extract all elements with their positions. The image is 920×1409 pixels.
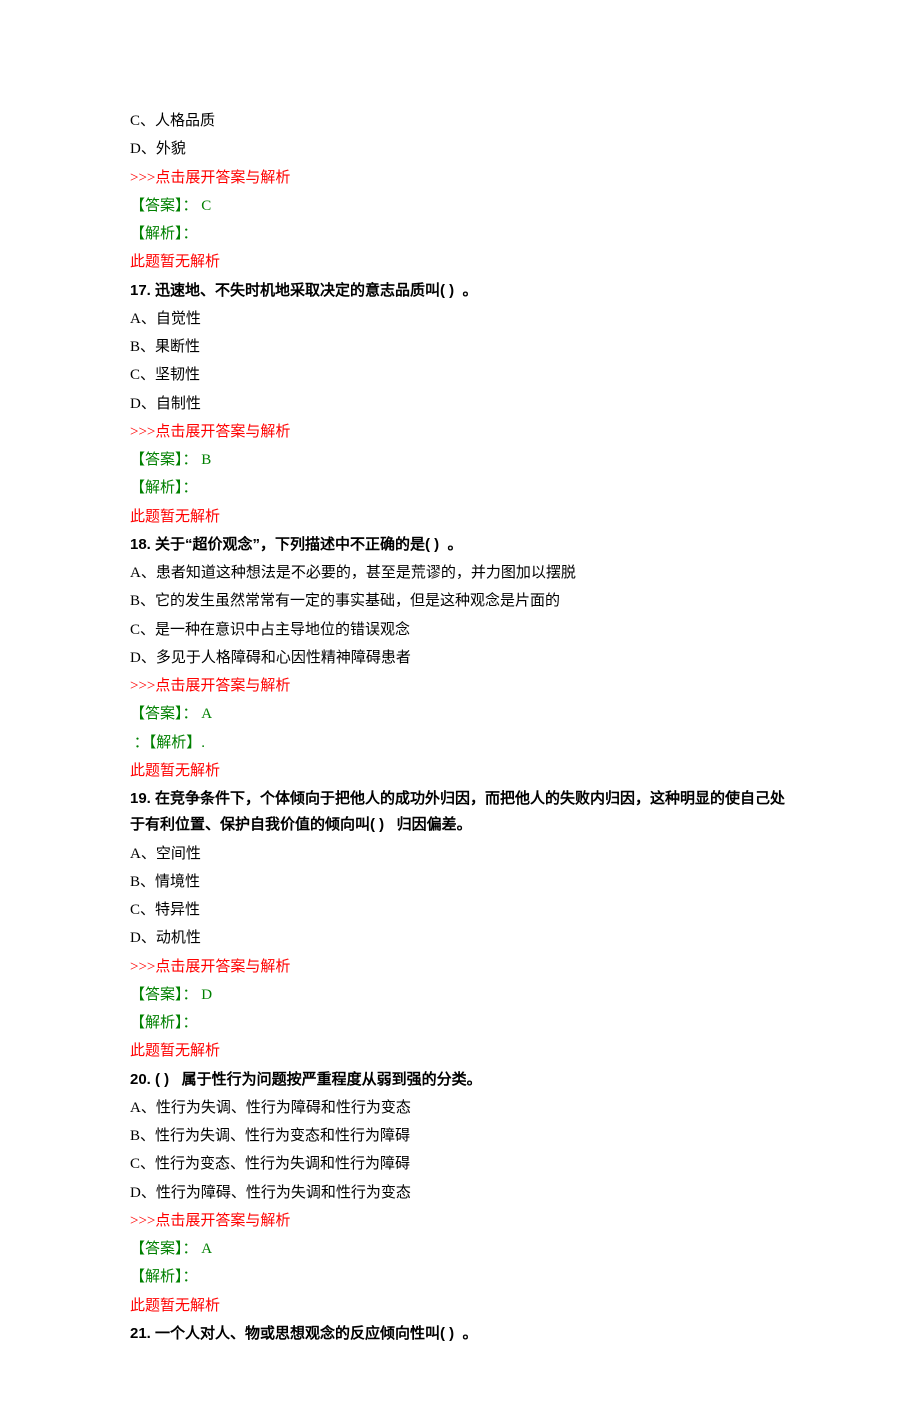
q16-jiexi-label: 【解析】： <box>130 221 790 247</box>
page-content: C、人格品质 D、外貌 >>>点击展开答案与解析 【答案】： C 【解析】： 此… <box>0 0 920 1409</box>
q18-option-b: B、它的发生虽然常常有一定的事实基础，但是这种观念是片面的 <box>130 588 790 614</box>
q18-option-d: D、多见于人格障碍和心因性精神障碍患者 <box>130 645 790 671</box>
q20-stem: 20. ( ) 属于性行为问题按严重程度从弱到强的分类。 <box>130 1067 790 1093</box>
q20-toggle-answer[interactable]: >>>点击展开答案与解析 <box>130 1208 790 1234</box>
q19-option-a: A、空间性 <box>130 841 790 867</box>
q17-option-b: B、果断性 <box>130 334 790 360</box>
q18-option-a: A、患者知道这种想法是不必要的，甚至是荒谬的，并力图加以摆脱 <box>130 560 790 586</box>
q19-option-b: B、情境性 <box>130 869 790 895</box>
q18-no-jiexi: 此题暂无解析 <box>130 758 790 784</box>
q18-jiexi-line2: ：【解析】. <box>130 730 790 756</box>
q20-option-a: A、性行为失调、性行为障碍和性行为变态 <box>130 1095 790 1121</box>
q17-jiexi-label: 【解析】： <box>130 475 790 501</box>
q19-stem: 19. 在竞争条件下，个体倾向于把他人的成功外归因，而把他人的失败内归因，这种明… <box>130 786 790 839</box>
q19-jiexi-label: 【解析】： <box>130 1010 790 1036</box>
q18-stem: 18. 关于“超价观念”，下列描述中不正确的是( ) 。 <box>130 532 790 558</box>
q17-answer: 【答案】： B <box>130 447 790 473</box>
q21-stem: 21. 一个人对人、物或思想观念的反应倾向性叫( ) 。 <box>130 1321 790 1347</box>
q20-option-d: D、性行为障碍、性行为失调和性行为变态 <box>130 1180 790 1206</box>
q20-answer: 【答案】： A <box>130 1236 790 1262</box>
q18-option-c: C、是一种在意识中占主导地位的错误观念 <box>130 617 790 643</box>
q19-option-c: C、特异性 <box>130 897 790 923</box>
q16-no-jiexi: 此题暂无解析 <box>130 249 790 275</box>
q16-option-d: D、外貌 <box>130 136 790 162</box>
q19-option-d: D、动机性 <box>130 925 790 951</box>
q17-option-a: A、自觉性 <box>130 306 790 332</box>
q16-option-c: C、人格品质 <box>130 108 790 134</box>
q19-answer: 【答案】： D <box>130 982 790 1008</box>
q17-option-c: C、坚韧性 <box>130 362 790 388</box>
q20-option-b: B、性行为失调、性行为变态和性行为障碍 <box>130 1123 790 1149</box>
q16-answer: 【答案】： C <box>130 193 790 219</box>
q17-no-jiexi: 此题暂无解析 <box>130 504 790 530</box>
q16-toggle-answer[interactable]: >>>点击展开答案与解析 <box>130 165 790 191</box>
q17-stem: 17. 迅速地、不失时机地采取决定的意志品质叫( ) 。 <box>130 278 790 304</box>
q20-option-c: C、性行为变态、性行为失调和性行为障碍 <box>130 1151 790 1177</box>
q18-answer: 【答案】： A <box>130 701 790 727</box>
q18-toggle-answer[interactable]: >>>点击展开答案与解析 <box>130 673 790 699</box>
q20-jiexi-label: 【解析】： <box>130 1264 790 1290</box>
q19-no-jiexi: 此题暂无解析 <box>130 1038 790 1064</box>
q17-option-d: D、自制性 <box>130 391 790 417</box>
q17-toggle-answer[interactable]: >>>点击展开答案与解析 <box>130 419 790 445</box>
q19-toggle-answer[interactable]: >>>点击展开答案与解析 <box>130 954 790 980</box>
q20-no-jiexi: 此题暂无解析 <box>130 1293 790 1319</box>
